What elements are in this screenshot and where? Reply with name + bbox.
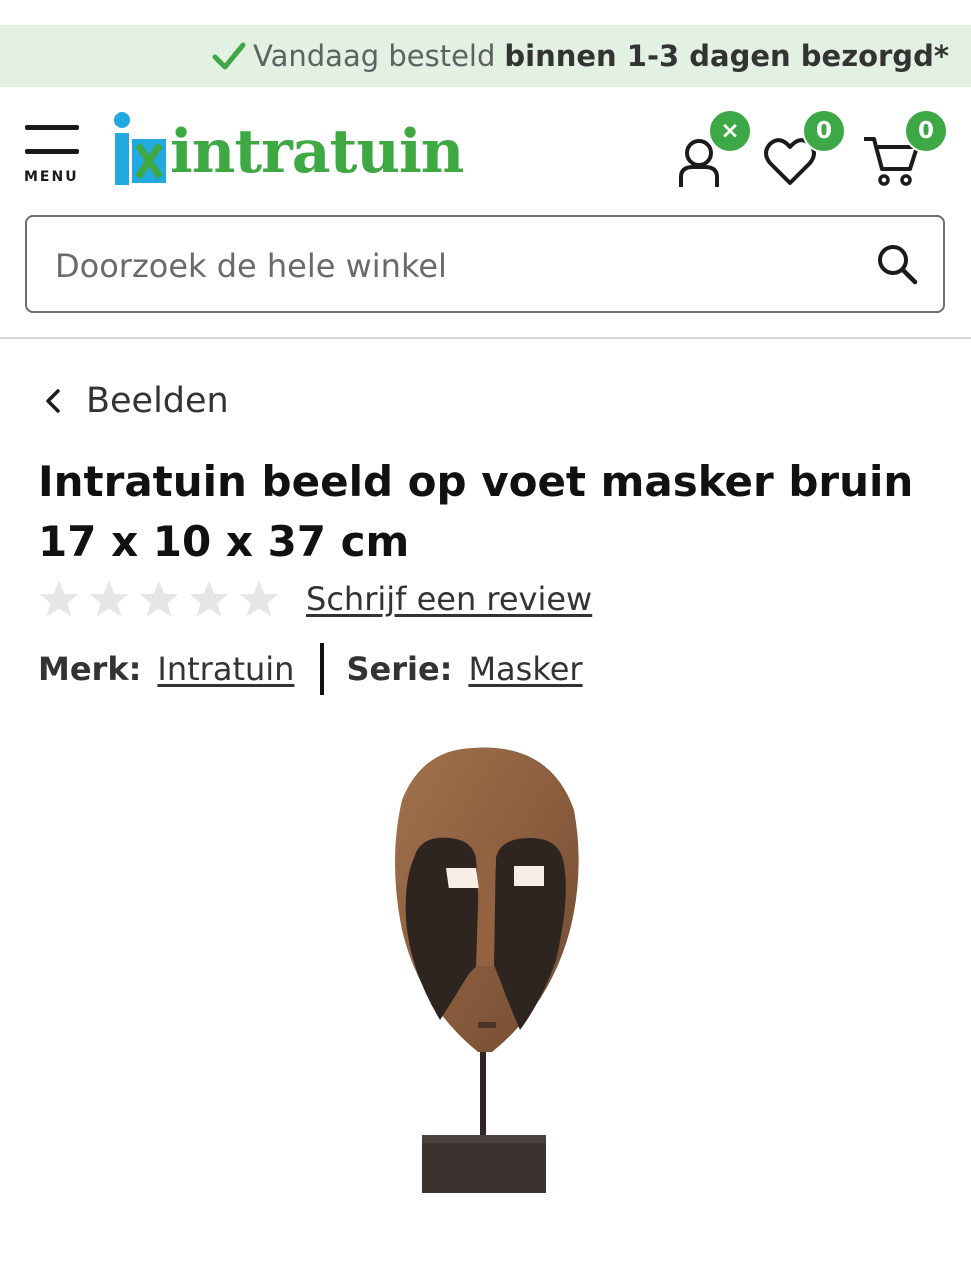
logo-text: intratuin bbox=[170, 117, 464, 187]
search-box bbox=[25, 215, 945, 313]
search-input[interactable] bbox=[53, 235, 857, 297]
wishlist-count-badge: 0 bbox=[802, 109, 846, 153]
product-rating: Schrijf een review bbox=[38, 578, 592, 620]
product-meta: Merk: Intratuin Serie: Masker bbox=[38, 643, 583, 695]
banner-text: Vandaag besteld bbox=[253, 39, 496, 73]
star-icon bbox=[139, 580, 179, 617]
breadcrumb[interactable]: Beelden bbox=[40, 381, 229, 421]
site-header: MENU intratuin × 0 0 bbox=[0, 87, 971, 337]
series-label: Serie: bbox=[346, 650, 453, 688]
breadcrumb-label: Beelden bbox=[86, 381, 229, 421]
banner-highlight: binnen 1-3 dagen bezorgd* bbox=[504, 39, 949, 73]
account-status-badge: × bbox=[708, 109, 752, 153]
brand-label: Merk: bbox=[38, 650, 142, 688]
site-logo[interactable]: intratuin bbox=[112, 111, 464, 191]
menu-label: MENU bbox=[24, 169, 79, 185]
star-icon bbox=[239, 580, 279, 617]
product-image[interactable] bbox=[380, 740, 600, 1200]
star-rating bbox=[38, 578, 288, 620]
delivery-banner: Vandaag besteld binnen 1-3 dagen bezorgd… bbox=[0, 25, 971, 87]
wishlist-button[interactable]: 0 bbox=[762, 109, 846, 193]
check-icon bbox=[212, 42, 246, 70]
search-icon[interactable] bbox=[875, 242, 919, 286]
meta-divider bbox=[320, 643, 325, 695]
account-button[interactable]: × bbox=[675, 109, 755, 193]
menu-button[interactable]: MENU bbox=[24, 125, 82, 185]
header-divider bbox=[0, 337, 971, 339]
star-icon bbox=[89, 580, 129, 617]
write-review-link[interactable]: Schrijf een review bbox=[306, 580, 592, 618]
chevron-left-icon bbox=[46, 389, 60, 413]
series-link[interactable]: Masker bbox=[468, 650, 582, 688]
cart-button[interactable]: 0 bbox=[862, 109, 952, 193]
mask-statue-image bbox=[395, 747, 579, 1193]
brand-link[interactable]: Intratuin bbox=[157, 650, 294, 688]
cart-count-badge: 0 bbox=[904, 109, 948, 153]
star-icon bbox=[189, 580, 229, 617]
hamburger-bar bbox=[25, 149, 79, 154]
hamburger-icon bbox=[25, 125, 79, 130]
logo-mark-icon bbox=[114, 112, 166, 185]
star-icon bbox=[39, 580, 79, 617]
product-title: Intratuin beeld op voet masker bruin 17 … bbox=[38, 457, 914, 566]
